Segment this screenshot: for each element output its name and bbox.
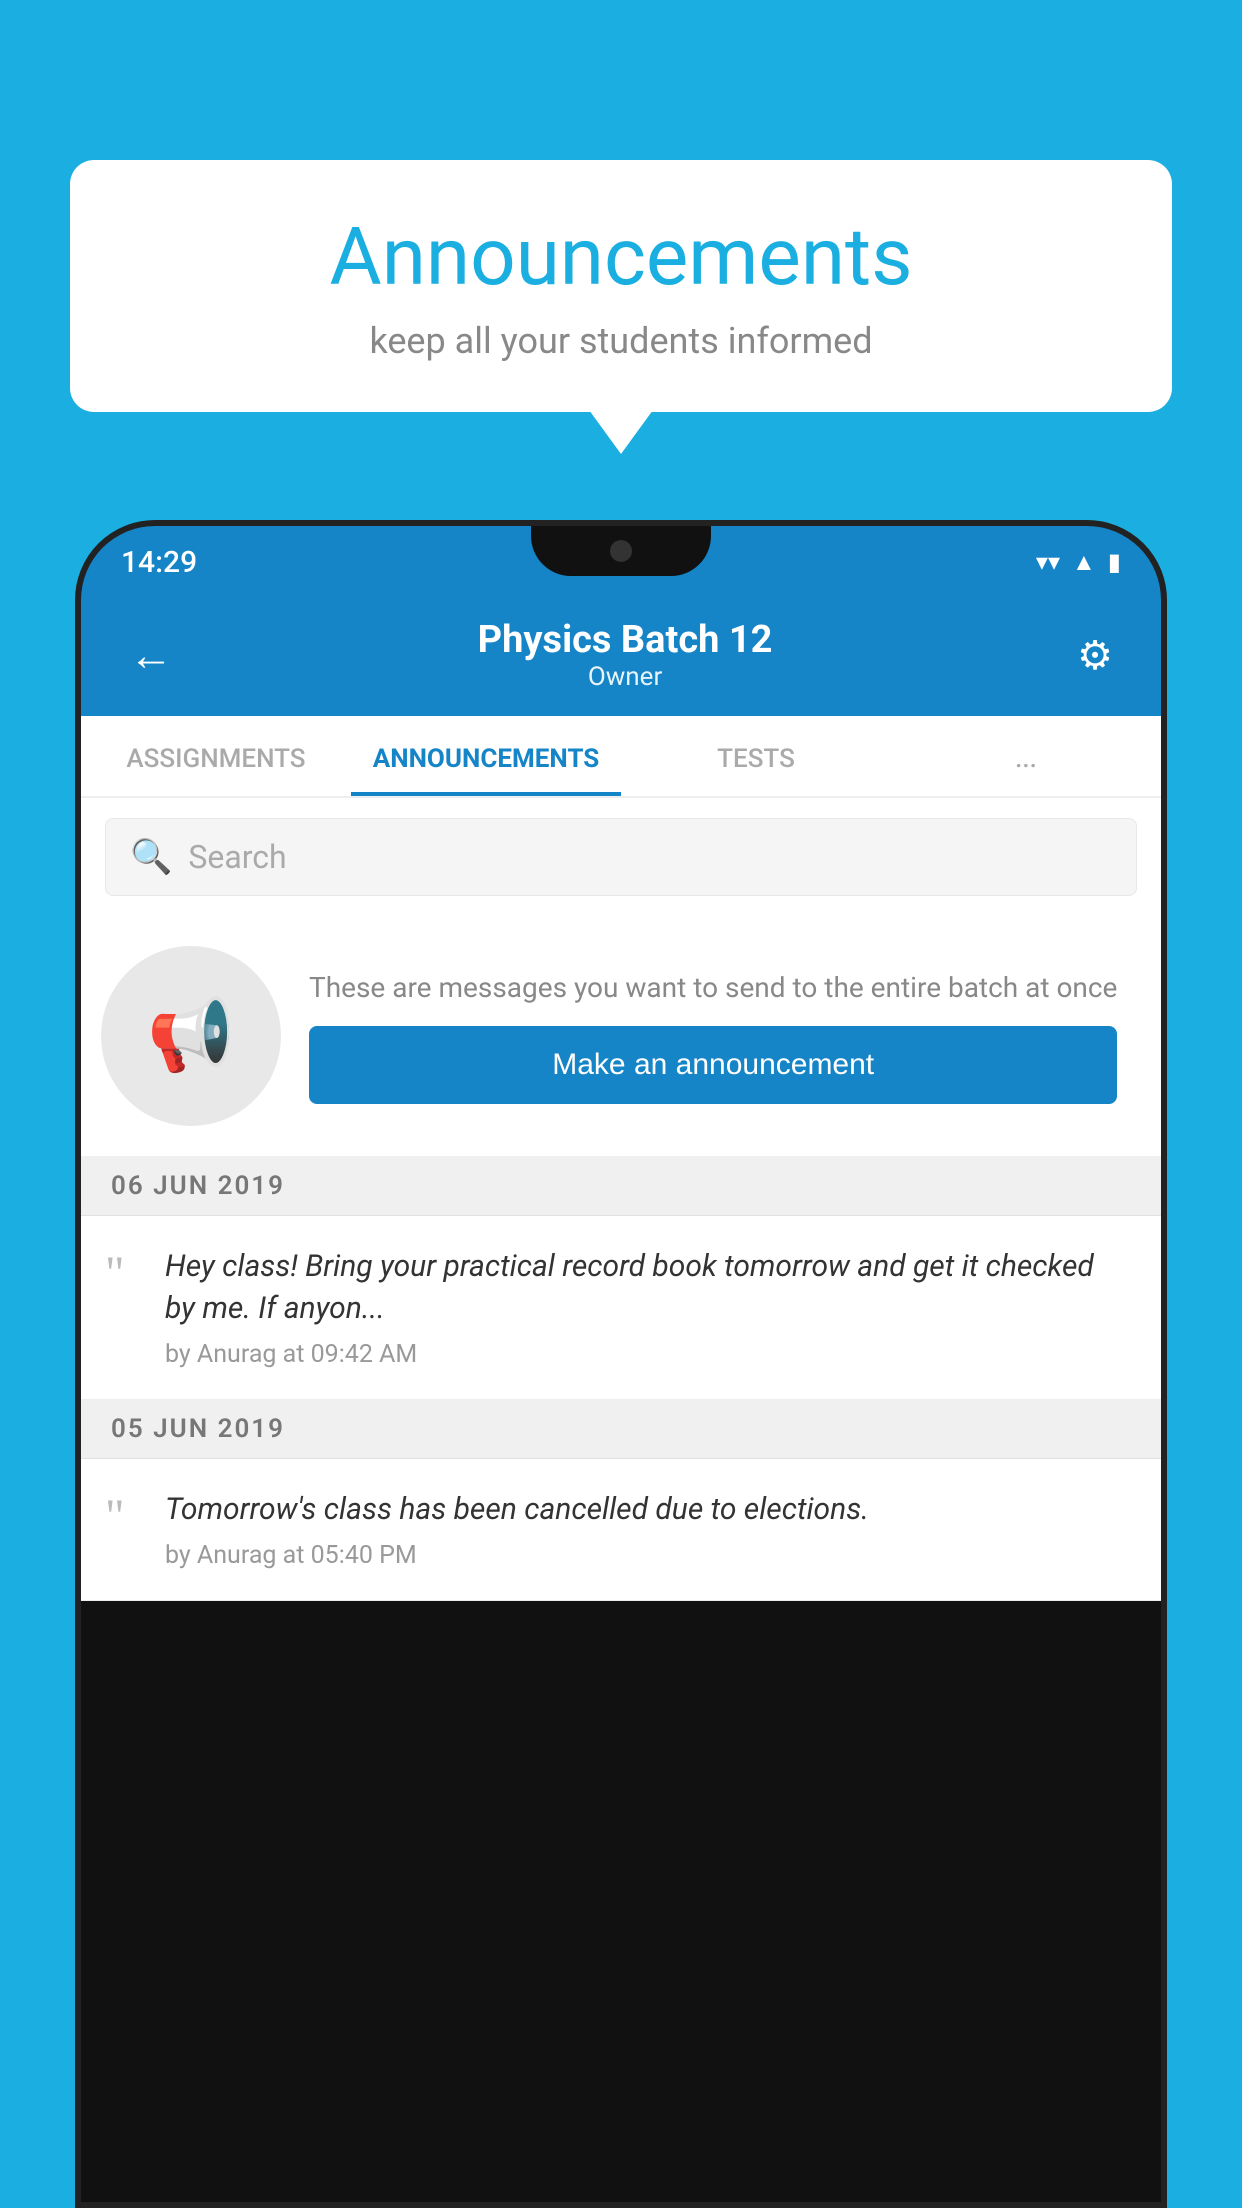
announcement-content-1: Hey class! Bring your practical record b… <box>165 1246 1131 1369</box>
announcement-item-1[interactable]: " Hey class! Bring your practical record… <box>81 1216 1161 1400</box>
settings-button[interactable]: ⚙ <box>1069 624 1121 687</box>
announcement-content-2: Tomorrow's class has been cancelled due … <box>165 1489 1131 1570</box>
notch <box>531 526 711 576</box>
tab-tests[interactable]: TESTS <box>621 716 891 796</box>
bubble-subtitle: keep all your students informed <box>130 320 1112 362</box>
tab-more[interactable]: ... <box>891 716 1161 796</box>
camera-dot <box>610 540 632 562</box>
search-icon: 🔍 <box>130 837 172 877</box>
announcement-text-1: Hey class! Bring your practical record b… <box>165 1246 1131 1330</box>
tab-assignments[interactable]: ASSIGNMENTS <box>81 716 351 796</box>
speech-bubble: Announcements keep all your students inf… <box>70 160 1172 412</box>
search-bar[interactable]: 🔍 Search <box>105 818 1137 896</box>
back-button[interactable]: ← <box>121 621 181 689</box>
announcement-promo: 📢 These are messages you want to send to… <box>81 916 1161 1157</box>
announcement-meta-1: by Anurag at 09:42 AM <box>165 1340 1131 1369</box>
wifi-icon: ▾▾ <box>1036 548 1060 576</box>
bubble-title: Announcements <box>130 210 1112 304</box>
date-divider-1: 06 JUN 2019 <box>81 1157 1161 1216</box>
announce-description: These are messages you want to send to t… <box>309 968 1117 1007</box>
status-time: 14:29 <box>121 545 197 580</box>
app-header: ← Physics Batch 12 Owner ⚙ <box>81 598 1161 716</box>
signal-icon: ▲ <box>1072 548 1096 577</box>
megaphone-circle: 📢 <box>101 946 281 1126</box>
content-area: 🔍 Search 📢 These are messages you want t… <box>81 798 1161 1601</box>
date-divider-2: 05 JUN 2019 <box>81 1400 1161 1459</box>
announcement-text-2: Tomorrow's class has been cancelled due … <box>165 1489 1131 1531</box>
announce-right: These are messages you want to send to t… <box>309 968 1117 1103</box>
phone-frame: 14:29 ▾▾ ▲ ▮ ← Physics Batch 12 Owner ⚙ … <box>75 520 1167 2208</box>
search-bar-wrap: 🔍 Search <box>81 798 1161 916</box>
announcement-item-2[interactable]: " Tomorrow's class has been cancelled du… <box>81 1459 1161 1601</box>
batch-title: Physics Batch 12 <box>478 618 773 662</box>
quote-icon-2: " <box>105 1493 145 1541</box>
make-announcement-button[interactable]: Make an announcement <box>309 1026 1117 1104</box>
tabs-bar: ASSIGNMENTS ANNOUNCEMENTS TESTS ... <box>81 716 1161 798</box>
speech-bubble-container: Announcements keep all your students inf… <box>70 160 1172 412</box>
header-center: Physics Batch 12 Owner <box>478 618 773 692</box>
quote-icon-1: " <box>105 1250 145 1298</box>
batch-subtitle: Owner <box>478 662 773 692</box>
status-icons: ▾▾ ▲ ▮ <box>1036 548 1121 577</box>
status-bar: 14:29 ▾▾ ▲ ▮ <box>81 526 1161 598</box>
tab-announcements[interactable]: ANNOUNCEMENTS <box>351 716 621 796</box>
megaphone-icon: 📢 <box>147 995 234 1077</box>
search-placeholder: Search <box>188 838 286 876</box>
battery-icon: ▮ <box>1108 548 1121 576</box>
announcement-meta-2: by Anurag at 05:40 PM <box>165 1541 1131 1570</box>
